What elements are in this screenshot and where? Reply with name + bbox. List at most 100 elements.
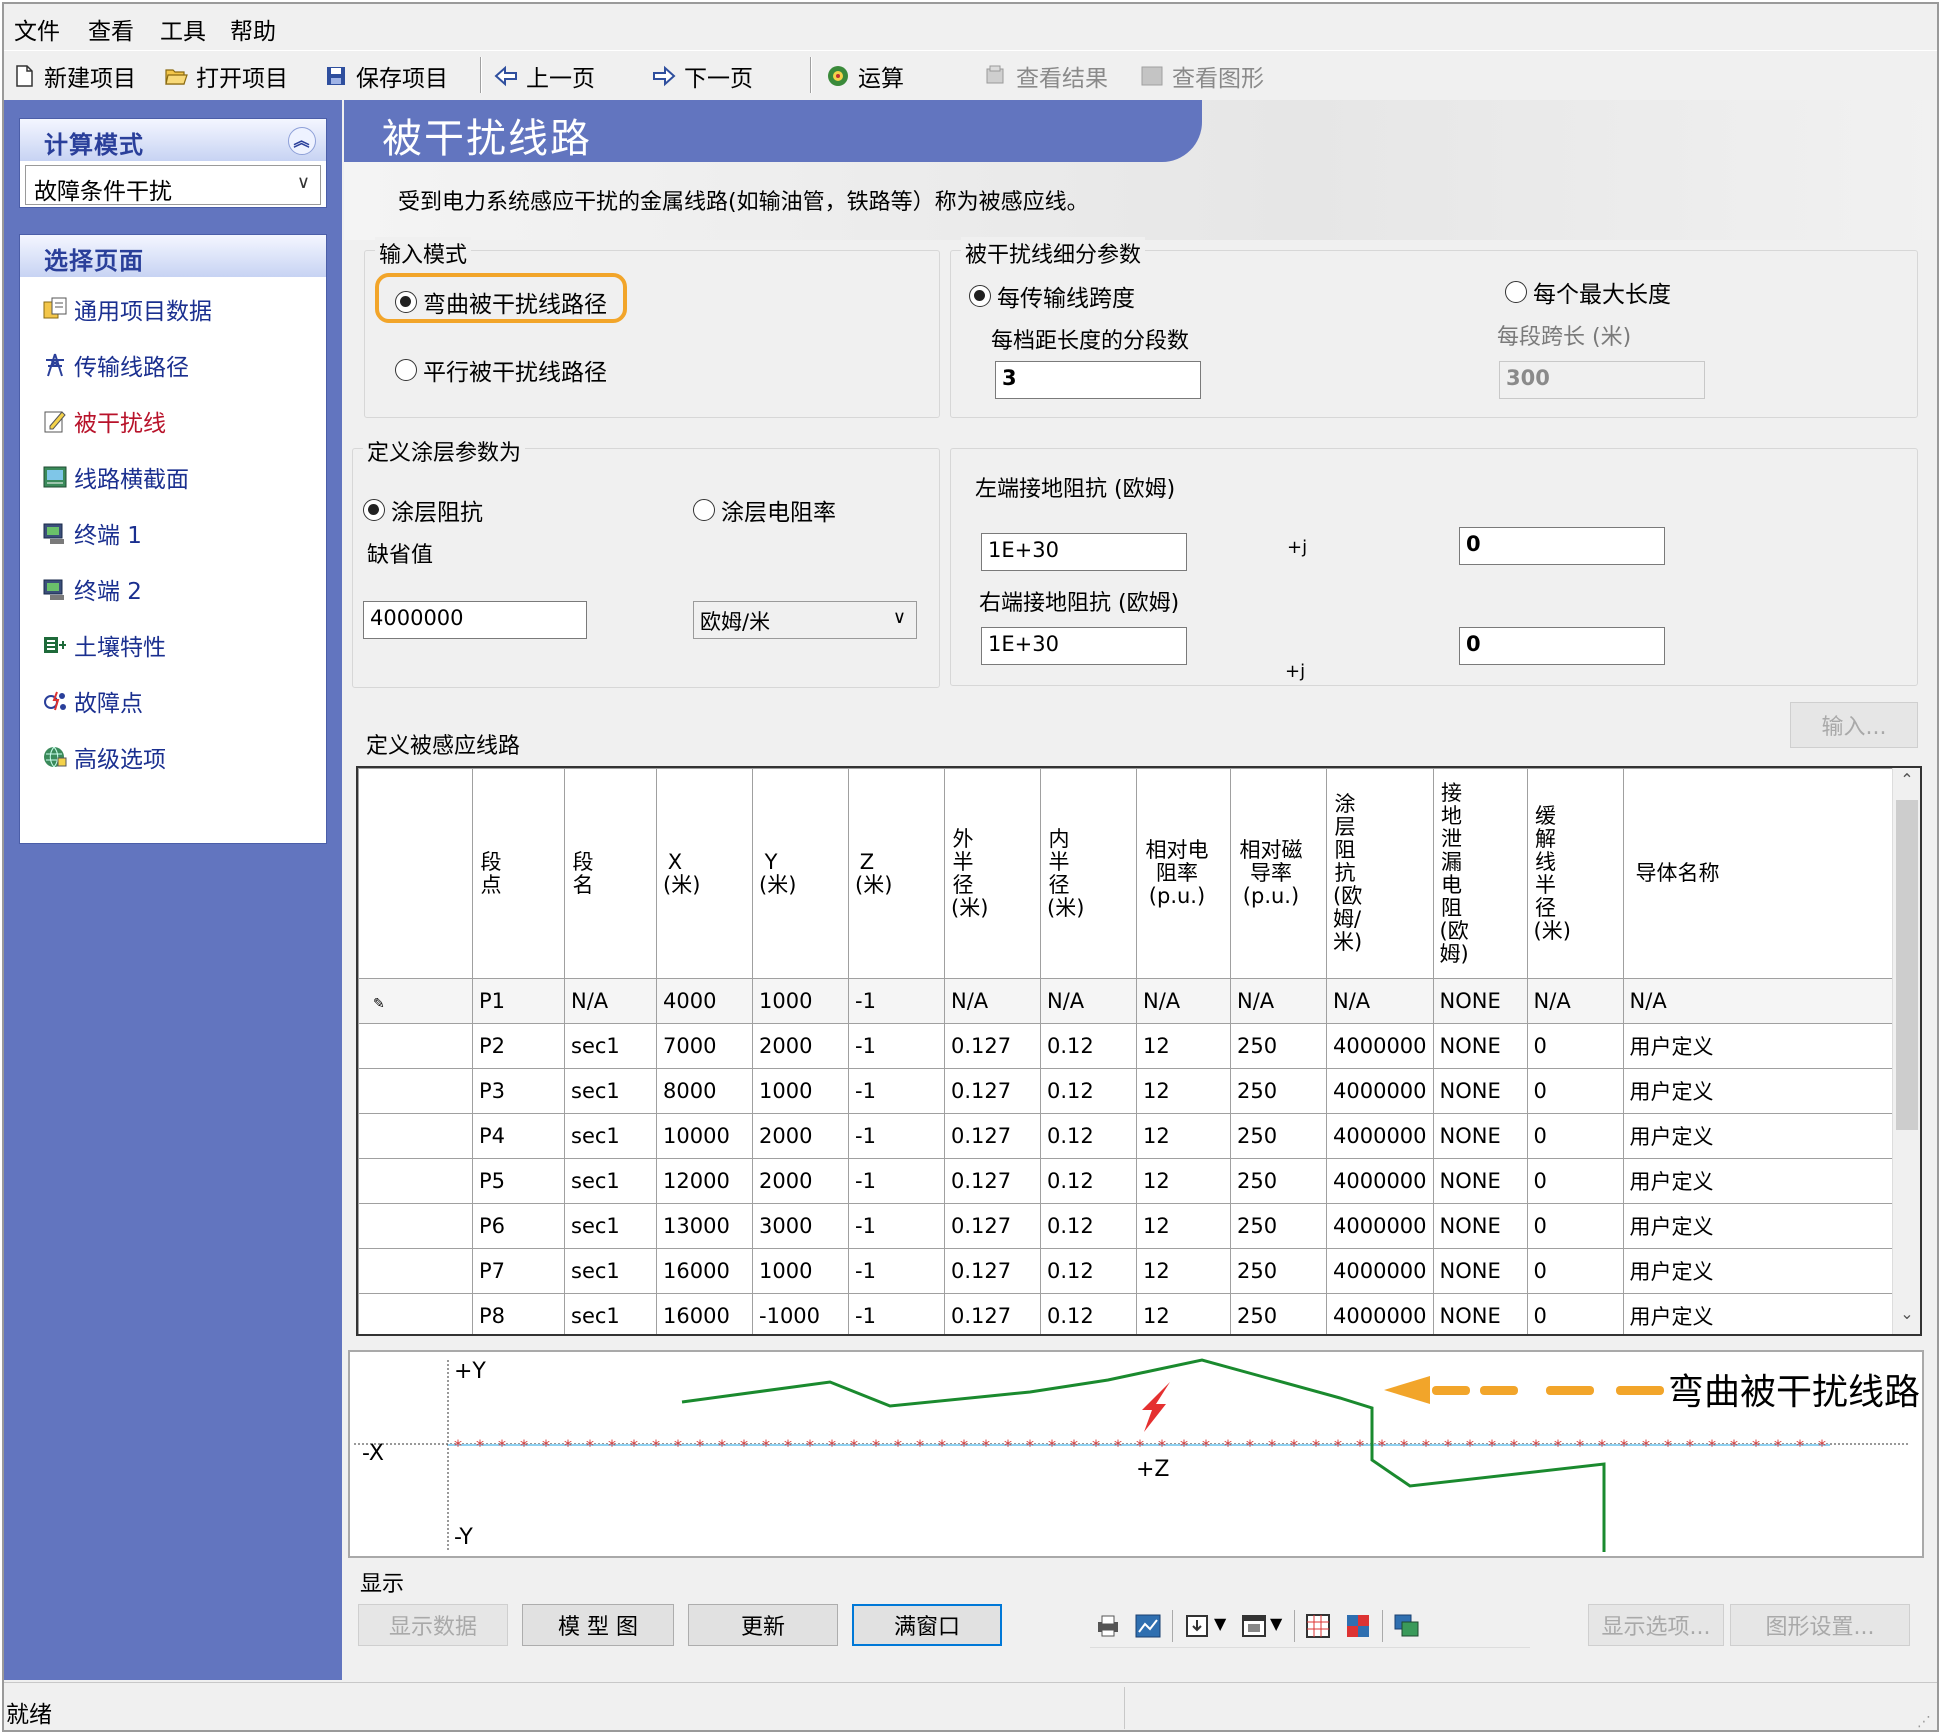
table-cell[interactable]: 0.127 <box>944 1023 1041 1069</box>
column-header[interactable]: 相对磁导率(p.u.) <box>1230 768 1327 979</box>
table-row[interactable]: P4 sec1 10000 2000 -1 0.127 0.12 12 250 4000000 NO… <box>358 1113 1904 1159</box>
table-cell[interactable]: NONE <box>1432 1293 1528 1334</box>
sidebar-item-general-data[interactable]: 通用项目数据 <box>42 289 212 329</box>
sidebar-item-fault-point[interactable]: 故障点 <box>42 681 143 721</box>
column-header[interactable]: 外半径(米) <box>944 768 1041 979</box>
table-cell[interactable]: 用户定义 <box>1622 1113 1904 1159</box>
column-header[interactable]: 内半径(米) <box>1040 768 1137 979</box>
table-cell[interactable]: 12 <box>1136 1158 1231 1204</box>
table-cell[interactable]: N/A <box>1136 978 1231 1024</box>
right-ground-real-input[interactable]: 1E+30 <box>981 627 1187 665</box>
table-cell[interactable]: 1000 <box>752 978 849 1024</box>
column-header[interactable]: 缓解线半径(米) <box>1526 768 1624 979</box>
table-cell[interactable]: 4000000 <box>1326 1068 1434 1114</box>
table-cell[interactable]: 12 <box>1136 1248 1231 1294</box>
table-cell[interactable]: 0.12 <box>1040 1293 1137 1334</box>
sidebar-item-soil[interactable]: 土壤特性 <box>42 625 166 665</box>
table-cell[interactable]: 0.12 <box>1040 1248 1137 1294</box>
table-cell[interactable]: 用户定义 <box>1622 1068 1904 1114</box>
table-cell[interactable]: -1 <box>848 1113 945 1159</box>
table-cell[interactable]: -1000 <box>752 1293 849 1334</box>
radio-max-length[interactable]: 每个最大长度 <box>1505 275 1671 309</box>
table-row[interactable]: P8 sec1 16000 -1000 -1 0.127 0.12 12 250 4000000 N… <box>358 1293 1904 1334</box>
column-header[interactable]: 涂层阻抗(欧姆/米) <box>1326 768 1434 979</box>
table-cell[interactable]: 16000 <box>656 1248 753 1294</box>
table-cell[interactable]: -1 <box>848 978 945 1024</box>
table-cell[interactable]: 0 <box>1526 1068 1624 1114</box>
table-cell[interactable]: 0 <box>1526 1293 1624 1334</box>
table-row[interactable]: P6 sec1 13000 3000 -1 0.127 0.12 12 250 4000000 NO… <box>358 1203 1904 1249</box>
table-cell[interactable]: NONE <box>1432 1248 1528 1294</box>
menu-file[interactable]: 文件 <box>14 12 60 46</box>
table-cell[interactable]: 用户定义 <box>1622 1158 1904 1204</box>
table-cell[interactable]: 4000000 <box>1326 1248 1434 1294</box>
menu-help[interactable]: 帮助 <box>230 12 276 46</box>
table-cell[interactable]: 250 <box>1230 1203 1327 1249</box>
scroll-up-icon[interactable]: ⌃ <box>1893 770 1920 798</box>
column-header[interactable]: 段名 <box>564 768 657 979</box>
table-cell[interactable]: 0.127 <box>944 1068 1041 1114</box>
sidebar-item-transmission-path[interactable]: 传输线路径 <box>42 345 189 385</box>
table-row[interactable]: P5 sec1 12000 2000 -1 0.127 0.12 12 250 4000000 NO… <box>358 1158 1904 1204</box>
radio-button-checked[interactable] <box>395 291 417 313</box>
table-cell[interactable]: 8000 <box>656 1068 753 1114</box>
view-results-button[interactable]: 查看结果 <box>984 59 1108 93</box>
column-header[interactable]: 段点 <box>472 768 565 979</box>
table-row[interactable]: P3 sec1 8000 1000 -1 0.127 0.12 12 250 4000000 NON… <box>358 1068 1904 1114</box>
show-data-button[interactable]: 显示数据 <box>358 1604 508 1646</box>
table-cell[interactable]: -1 <box>848 1248 945 1294</box>
table-cell[interactable]: P7 <box>472 1248 565 1294</box>
sidebar-item-terminal-2[interactable]: 终端 2 <box>42 569 142 609</box>
next-page-button[interactable]: 下一页 <box>652 59 753 93</box>
table-cell[interactable]: 0.127 <box>944 1293 1041 1334</box>
table-cell[interactable]: NONE <box>1432 1023 1528 1069</box>
table-cell[interactable]: 用户定义 <box>1622 1248 1904 1294</box>
table-cell[interactable]: 0 <box>1526 1113 1624 1159</box>
table-cell[interactable]: -1 <box>848 1068 945 1114</box>
save-project-button[interactable]: 保存项目 <box>324 59 448 93</box>
table-cell[interactable]: 3000 <box>752 1203 849 1249</box>
refresh-button[interactable]: 更新 <box>688 1604 838 1646</box>
table-cell[interactable]: 0.12 <box>1040 1023 1137 1069</box>
table-cell[interactable]: NONE <box>1432 1068 1528 1114</box>
table-cell[interactable]: 16000 <box>656 1293 753 1334</box>
radio-curved-path[interactable]: 弯曲被干扰线路径 <box>395 285 607 319</box>
table-cell[interactable]: sec1 <box>564 1113 657 1159</box>
sidebar-item-advanced[interactable]: 高级选项 <box>42 737 166 777</box>
table-cell[interactable]: -1 <box>848 1203 945 1249</box>
grid-icon[interactable] <box>1304 1612 1332 1640</box>
table-cell[interactable]: P4 <box>472 1113 565 1159</box>
table-cell[interactable]: 12 <box>1136 1293 1231 1334</box>
column-header[interactable]: 导体名称 <box>1622 768 1904 979</box>
row-header[interactable] <box>358 1158 473 1204</box>
table-cell[interactable]: 4000000 <box>1326 1113 1434 1159</box>
table-cell[interactable]: 2000 <box>752 1158 849 1204</box>
calc-mode-dropdown[interactable]: 故障条件干扰 ∨ <box>25 165 321 205</box>
table-cell[interactable]: 0 <box>1526 1203 1624 1249</box>
view-graphics-button[interactable]: 查看图形 <box>1140 59 1264 93</box>
table-cell[interactable]: NONE <box>1432 1203 1528 1249</box>
table-cell[interactable]: N/A <box>1040 978 1137 1024</box>
table-cell[interactable]: P6 <box>472 1203 565 1249</box>
left-ground-real-input[interactable]: 1E+30 <box>981 533 1187 571</box>
radio-button[interactable] <box>395 359 417 381</box>
table-cell[interactable]: P2 <box>472 1023 565 1069</box>
collapse-icon[interactable]: ︽ <box>288 127 316 155</box>
table-cell[interactable]: 250 <box>1230 1158 1327 1204</box>
table-cell[interactable]: 12 <box>1136 1023 1231 1069</box>
input-button[interactable]: 输入... <box>1790 702 1918 748</box>
sidebar-item-interfered-line[interactable]: 被干扰线 <box>42 401 166 441</box>
table-cell[interactable]: 7000 <box>656 1023 753 1069</box>
table-cell[interactable]: 1000 <box>752 1248 849 1294</box>
graph-settings-button[interactable]: 图形设置... <box>1730 1604 1910 1646</box>
segment-length-input[interactable]: 300 <box>1499 361 1705 399</box>
sidebar-item-cross-section[interactable]: 线路横截面 <box>42 457 189 497</box>
row-header[interactable] <box>358 1203 473 1249</box>
row-header[interactable] <box>358 1068 473 1114</box>
radio-coating-resistivity[interactable]: 涂层电阻率 <box>693 493 836 527</box>
table-cell[interactable]: 12 <box>1136 1113 1231 1159</box>
table-cell[interactable]: sec1 <box>564 1068 657 1114</box>
table-cell[interactable]: 4000000 <box>1326 1158 1434 1204</box>
table-cell[interactable]: 0.127 <box>944 1113 1041 1159</box>
table-cell[interactable]: P8 <box>472 1293 565 1334</box>
